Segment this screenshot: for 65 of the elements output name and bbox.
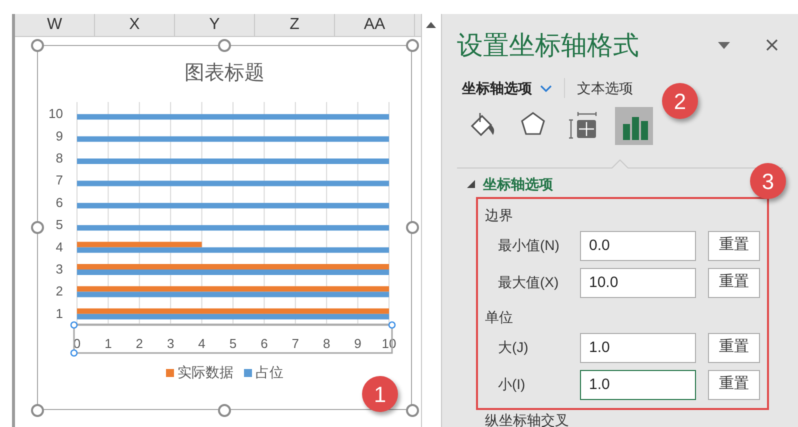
resize-handle[interactable] — [30, 404, 44, 416]
axis-tick-label: 2 — [136, 336, 144, 351]
reset-button[interactable]: 重置 — [708, 230, 760, 260]
axis-selection-frame[interactable] — [70, 321, 396, 357]
field-label: 最小值(N) — [497, 236, 560, 255]
axis-tick-label: 1 — [104, 336, 112, 351]
category-label: 8 — [56, 150, 63, 166]
number-field[interactable]: 1.0 — [580, 370, 696, 400]
resize-handle[interactable] — [406, 38, 418, 52]
category-label: 5 — [56, 217, 63, 232]
tab[interactable]: 坐标轴选项 — [462, 78, 552, 98]
number-badge: 1 — [362, 376, 398, 412]
category-label: 6 — [56, 194, 63, 210]
category-label: 4 — [56, 239, 63, 254]
legend-swatch — [244, 368, 252, 376]
category-label: 2 — [56, 284, 63, 299]
category-label: 10 — [48, 106, 63, 122]
field-label: 小(I) — [497, 375, 526, 394]
category-label: 9 — [56, 128, 63, 144]
section-label[interactable]: 纵坐标轴交叉 — [485, 411, 569, 427]
close-icon[interactable] — [766, 39, 778, 51]
group-label: 单位 — [485, 308, 514, 327]
number-badge: 2 — [662, 83, 698, 119]
field-label: 大(J) — [497, 338, 530, 357]
axis-tick-label: 4 — [198, 336, 206, 351]
axis-tick-label: 5 — [229, 336, 237, 351]
category-label: 1 — [56, 306, 63, 321]
number-field[interactable]: 1.0 — [580, 332, 696, 362]
dropdown-icon[interactable] — [718, 42, 730, 48]
section-header[interactable]: 坐标轴选项 — [457, 173, 553, 195]
tab[interactable]: 文本选项 — [577, 78, 633, 98]
category-label: 7 — [56, 172, 63, 188]
expand-icon[interactable] — [467, 180, 475, 188]
column-header[interactable]: W — [15, 14, 95, 36]
axis-tick-label: 7 — [292, 336, 300, 351]
axis-tick-label: 6 — [260, 336, 268, 351]
chart-title: 图表标题 — [184, 61, 266, 86]
category-label: 3 — [56, 262, 63, 276]
scroll-up-icon[interactable] — [426, 22, 436, 28]
number-badge: 3 — [750, 163, 786, 199]
axis-tick-label: 8 — [322, 336, 330, 351]
reset-button[interactable]: 重置 — [708, 268, 760, 298]
chevron-icon[interactable] — [540, 84, 552, 92]
reset-button[interactable]: 重置 — [708, 332, 760, 362]
legend-label: 实际数据 — [178, 363, 234, 382]
field-label: 最大值(X) — [497, 273, 560, 292]
axis-tick-label: 3 — [166, 336, 174, 351]
resize-handle[interactable] — [30, 38, 44, 52]
resize-handle[interactable] — [218, 404, 231, 416]
resize-handle[interactable] — [30, 221, 44, 234]
column-header[interactable]: AA — [335, 14, 415, 36]
resize-handle[interactable] — [406, 221, 418, 234]
reset-button[interactable]: 重置 — [708, 370, 760, 400]
legend-label: 占位 — [256, 363, 284, 382]
legend-swatch — [166, 368, 174, 376]
column-header[interactable]: X — [95, 14, 175, 36]
pane-title: 设置坐标轴格式 — [457, 28, 640, 62]
number-field[interactable]: 10.0 — [580, 268, 696, 298]
column-header[interactable]: Z — [255, 14, 335, 36]
number-field[interactable]: 0.0 — [580, 230, 696, 260]
resize-handle[interactable] — [406, 404, 418, 416]
column-header[interactable]: Y — [175, 14, 255, 36]
group-label: 边界 — [485, 206, 514, 225]
axis-tick-label: 9 — [354, 336, 362, 351]
resize-handle[interactable] — [218, 38, 231, 52]
